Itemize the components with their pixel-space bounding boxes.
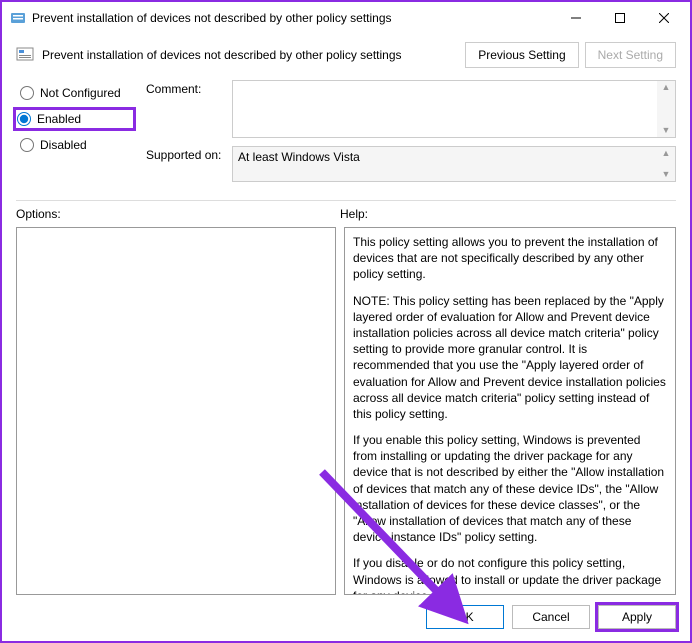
scroll-down-icon: ▼: [662, 126, 671, 135]
policy-editor-window: Prevent installation of devices not desc…: [0, 0, 692, 643]
comment-scrollbar[interactable]: ▲ ▼: [657, 81, 675, 137]
panes: This policy setting allows you to preven…: [2, 221, 690, 595]
divider: [16, 200, 676, 201]
scroll-up-icon: ▲: [662, 83, 671, 92]
comment-row: Comment: ▲ ▼: [146, 80, 676, 138]
config-area: Not Configured Enabled Disabled Comment:…: [2, 74, 690, 190]
form-column: Comment: ▲ ▼ Supported on: At least Wind…: [146, 80, 676, 190]
radio-disabled-label: Disabled: [40, 138, 87, 152]
titlebar: Prevent installation of devices not desc…: [2, 2, 690, 34]
cancel-button[interactable]: Cancel: [512, 605, 590, 629]
policy-name: Prevent installation of devices not desc…: [42, 48, 457, 62]
radio-disabled-input[interactable]: [20, 138, 34, 152]
policy-icon: [16, 46, 34, 64]
header-row: Prevent installation of devices not desc…: [2, 34, 690, 74]
footer-buttons: OK Cancel Apply: [2, 595, 690, 641]
pane-labels: Options: Help:: [2, 207, 690, 221]
radio-not-configured[interactable]: Not Configured: [16, 82, 136, 104]
scroll-down-icon: ▼: [662, 170, 671, 179]
radio-enabled-input[interactable]: [17, 112, 31, 126]
supported-label: Supported on:: [146, 146, 226, 182]
help-paragraph: If you disable or do not configure this …: [353, 555, 667, 595]
help-label: Help:: [340, 207, 676, 221]
help-paragraph: NOTE: This policy setting has been repla…: [353, 293, 667, 423]
radio-disabled[interactable]: Disabled: [16, 134, 136, 156]
options-label: Options:: [16, 207, 340, 221]
state-radio-group: Not Configured Enabled Disabled: [16, 80, 136, 190]
comment-label: Comment:: [146, 80, 226, 138]
supported-row: Supported on: At least Windows Vista ▲ ▼: [146, 146, 676, 182]
help-pane[interactable]: This policy setting allows you to preven…: [344, 227, 676, 595]
radio-enabled-label: Enabled: [37, 112, 81, 126]
ok-button[interactable]: OK: [426, 605, 504, 629]
scroll-up-icon: ▲: [662, 149, 671, 158]
supported-text: At least Windows Vista: [233, 147, 657, 181]
radio-enabled[interactable]: Enabled: [13, 107, 136, 131]
help-paragraph: This policy setting allows you to preven…: [353, 234, 667, 283]
previous-setting-button[interactable]: Previous Setting: [465, 42, 578, 68]
next-setting-button: Next Setting: [585, 42, 676, 68]
maximize-button[interactable]: [598, 3, 642, 33]
apply-button[interactable]: Apply: [598, 605, 676, 629]
window-title: Prevent installation of devices not desc…: [32, 11, 548, 25]
comment-textarea[interactable]: [233, 81, 657, 137]
help-paragraph: If you enable this policy setting, Windo…: [353, 432, 667, 545]
supported-box: At least Windows Vista ▲ ▼: [232, 146, 676, 182]
supported-scrollbar[interactable]: ▲ ▼: [657, 147, 675, 181]
options-pane: [16, 227, 336, 595]
close-button[interactable]: [642, 3, 686, 33]
nav-buttons: Previous Setting Next Setting: [465, 42, 676, 68]
minimize-button[interactable]: [554, 3, 598, 33]
app-icon: [10, 10, 26, 26]
window-controls: [554, 3, 686, 33]
comment-box: ▲ ▼: [232, 80, 676, 138]
radio-not-configured-input[interactable]: [20, 86, 34, 100]
radio-not-configured-label: Not Configured: [40, 86, 121, 100]
